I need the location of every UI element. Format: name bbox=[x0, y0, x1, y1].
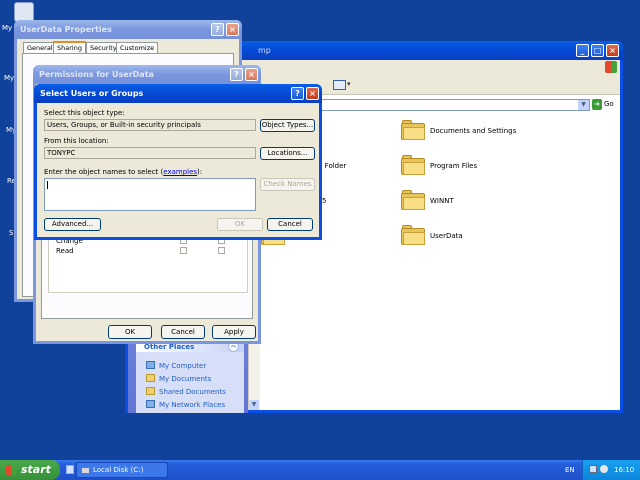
desktop-icon-label[interactable]: S bbox=[9, 229, 13, 237]
my-computer-icon bbox=[146, 361, 155, 369]
tab-general[interactable]: General bbox=[23, 42, 57, 53]
start-button[interactable]: start bbox=[0, 460, 60, 480]
task-label: Local Disk (C:) bbox=[93, 466, 144, 474]
folder-label[interactable]: d Folder bbox=[318, 162, 346, 170]
views-dropdown-icon[interactable]: ▾ bbox=[347, 80, 351, 88]
close-button[interactable]: × bbox=[306, 87, 319, 100]
help-button[interactable]: ? bbox=[230, 68, 243, 81]
windows-flag-icon bbox=[6, 465, 16, 475]
folder-label[interactable]: Program Files bbox=[430, 162, 477, 170]
ok-button[interactable]: OK bbox=[108, 325, 152, 339]
allow-checkbox[interactable] bbox=[180, 247, 187, 254]
sidebar-link[interactable]: Shared Documents bbox=[159, 388, 226, 396]
properties-titlebar[interactable]: UserData Properties ? × bbox=[14, 20, 242, 39]
folder-label[interactable]: Documents and Settings bbox=[430, 127, 516, 135]
permissions-title: Permissions for UserData bbox=[39, 70, 154, 79]
cancel-button[interactable]: Cancel bbox=[267, 218, 313, 231]
close-button[interactable]: × bbox=[245, 68, 258, 81]
sidebar-link[interactable]: My Computer bbox=[159, 362, 206, 370]
folder-icon[interactable] bbox=[401, 190, 425, 210]
address-dropdown-icon[interactable]: ▼ bbox=[578, 100, 589, 110]
properties-title: UserData Properties bbox=[20, 25, 112, 34]
object-names-label: Enter the object names to select (exampl… bbox=[44, 168, 203, 176]
taskbar-task[interactable]: Local Disk (C:) bbox=[76, 462, 168, 478]
close-button[interactable]: × bbox=[606, 44, 619, 57]
go-label[interactable]: Go bbox=[604, 100, 614, 108]
sidebar-link[interactable]: My Documents bbox=[159, 375, 211, 383]
volume-icon[interactable] bbox=[600, 465, 608, 473]
minimize-button[interactable]: _ bbox=[576, 44, 589, 57]
language-indicator[interactable]: EN bbox=[565, 466, 575, 474]
object-names-input[interactable] bbox=[44, 178, 256, 211]
desktop-icon-label[interactable]: My bbox=[2, 24, 12, 32]
clock[interactable]: 16:10 bbox=[614, 466, 634, 474]
advanced-button[interactable]: Advanced... bbox=[44, 218, 101, 231]
sidebar-link[interactable]: My Network Places bbox=[159, 401, 225, 409]
network-icon[interactable] bbox=[589, 465, 597, 473]
object-type-label: Select this object type: bbox=[44, 109, 125, 117]
select-users-titlebar[interactable]: Select Users or Groups ? × bbox=[34, 84, 322, 103]
permission-row-label: Read bbox=[56, 247, 74, 255]
folder-icon[interactable] bbox=[401, 120, 425, 140]
other-places-heading[interactable]: Other Places bbox=[144, 343, 194, 351]
select-users-title: Select Users or Groups bbox=[40, 89, 144, 98]
go-icon[interactable]: ➜ bbox=[592, 99, 602, 110]
folder-label[interactable]: UserData bbox=[430, 232, 463, 240]
check-names-button[interactable]: Check Names bbox=[260, 178, 315, 191]
network-places-icon bbox=[146, 400, 155, 408]
deny-checkbox[interactable] bbox=[218, 247, 225, 254]
object-types-button[interactable]: Object Types... bbox=[260, 119, 315, 132]
start-label: start bbox=[21, 463, 51, 476]
desktop-icon-label[interactable]: My bbox=[4, 74, 14, 82]
location-field: TONYPC bbox=[44, 147, 256, 159]
apply-button[interactable]: Apply bbox=[212, 325, 256, 339]
quicklaunch-icon[interactable] bbox=[66, 465, 74, 474]
cancel-button[interactable]: Cancel bbox=[161, 325, 205, 339]
examples-link[interactable]: examples bbox=[163, 168, 197, 176]
desktop-icon-recycle[interactable] bbox=[14, 2, 34, 22]
close-button[interactable]: × bbox=[226, 23, 239, 36]
folder-label[interactable]: WINNT bbox=[430, 197, 454, 205]
shared-documents-icon bbox=[146, 387, 155, 395]
text-cursor bbox=[47, 181, 48, 189]
tab-sharing[interactable]: Sharing bbox=[53, 41, 86, 53]
help-button[interactable]: ? bbox=[291, 87, 304, 100]
select-users-dialog[interactable]: Select Users or Groups ? × Select this o… bbox=[34, 84, 322, 240]
locations-button[interactable]: Locations... bbox=[260, 147, 315, 160]
help-button[interactable]: ? bbox=[211, 23, 224, 36]
ok-button[interactable]: OK bbox=[217, 218, 263, 231]
drive-icon bbox=[81, 467, 90, 474]
views-icon[interactable] bbox=[333, 80, 346, 90]
maximize-button[interactable]: □ bbox=[591, 44, 604, 57]
permissions-titlebar[interactable]: Permissions for UserData ? × bbox=[33, 65, 261, 84]
tab-customize[interactable]: Customize bbox=[116, 42, 159, 53]
explorer-title: mp bbox=[258, 46, 271, 55]
scroll-down-icon[interactable]: ▼ bbox=[249, 400, 259, 410]
folder-icon[interactable] bbox=[401, 225, 425, 245]
windows-logo-icon bbox=[605, 61, 617, 73]
folder-icon[interactable] bbox=[401, 155, 425, 175]
object-type-field: Users, Groups, or Built-in security prin… bbox=[44, 119, 256, 131]
my-documents-icon bbox=[146, 374, 155, 382]
folder-label[interactable]: 5 bbox=[322, 197, 326, 205]
location-label: From this location: bbox=[44, 137, 109, 145]
